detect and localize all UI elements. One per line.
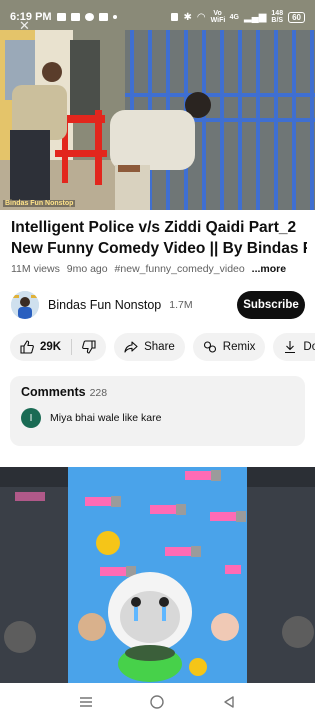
upload-age: 9mo ago (66, 263, 108, 275)
home-button[interactable] (145, 690, 169, 714)
comment-text: Miya bhai wale like kare (50, 412, 162, 424)
share-label: Share (144, 341, 175, 353)
volte-label: Vo WiFi (210, 10, 226, 24)
comments-header: Comments 228 (21, 385, 294, 399)
gallery-icon (98, 13, 108, 21)
home-circle-icon (150, 694, 165, 709)
battery-icon: 60 (288, 11, 305, 23)
video-title-line2: New Funny Comedy Video || By Bindas F... (11, 240, 307, 257)
like-dislike-chip: 29K (10, 333, 107, 361)
top-comment[interactable]: I Miya bhai wale like kare (21, 408, 294, 428)
channel-row[interactable]: Bindas Fun Nonstop 1.7M Subscribe (11, 290, 305, 320)
thumbs-up-icon (20, 340, 34, 354)
more-notifications-icon (112, 15, 117, 19)
view-count: 11M views (11, 263, 60, 275)
wifi-icon: ◠ (196, 11, 206, 23)
video-meta[interactable]: 11M views 9mo ago #new_funny_comedy_vide… (11, 263, 311, 275)
comments-count: 228 (89, 387, 108, 399)
video-title[interactable]: Intelligent Police v/s Ziddi Qaidi Part_… (11, 217, 307, 259)
thumbs-down-icon[interactable] (82, 340, 96, 354)
video-title-line1: Intelligent Police v/s Ziddi Qaidi Part_… (11, 219, 297, 236)
channel-avatar[interactable] (11, 291, 39, 319)
menu-lines-icon (79, 696, 92, 707)
minimize-icon[interactable]: ✕ (19, 18, 30, 34)
navigation-bar (0, 683, 315, 720)
data-speed: 148 B/S (271, 10, 283, 24)
youtube-watch-screen: Bindas Fun Nonstop 6:19 PM ✱ ◠ Vo WiFi 4… (0, 0, 315, 720)
next-video-thumbnail[interactable] (0, 467, 315, 683)
remix-button[interactable]: Remix (192, 333, 266, 361)
like-button[interactable]: 29K (20, 340, 61, 354)
action-bar: 29K Share Remix Downlo (10, 333, 315, 361)
download-icon (285, 341, 296, 354)
vibrate-icon (171, 13, 179, 21)
channel-name[interactable]: Bindas Fun Nonstop (48, 298, 161, 312)
like-count: 29K (40, 341, 62, 353)
remix-icon (203, 341, 216, 353)
more-link[interactable]: ...more (252, 263, 286, 275)
download-label: Downlo (303, 341, 315, 353)
next-video-image (0, 467, 315, 683)
chip-divider (71, 339, 73, 355)
remix-label: Remix (222, 341, 256, 353)
signal-icon: ▂▄▆ (243, 11, 267, 23)
bluetooth-icon: ✱ (183, 11, 192, 23)
data-speed-unit: B/S (271, 17, 284, 24)
share-icon (124, 341, 138, 353)
hashtag-link[interactable]: #new_funny_comedy_video (115, 263, 245, 275)
recents-button[interactable] (74, 690, 98, 714)
video-app-icon (56, 13, 66, 21)
comments-title: Comments (21, 385, 86, 399)
download-button[interactable]: Downlo (273, 333, 315, 361)
status-time: 6:19 PM (10, 11, 52, 23)
back-triangle-icon (224, 695, 234, 708)
network-type: 4G (229, 13, 239, 21)
data-speed-value: 148 (271, 10, 284, 17)
channel-avatar-image (11, 291, 39, 319)
whatsapp-icon (84, 13, 94, 21)
commenter-avatar: I (21, 408, 41, 428)
comments-panel[interactable]: Comments 228 I Miya bhai wale like kare (10, 376, 305, 446)
back-button[interactable] (217, 690, 241, 714)
message-icon (70, 13, 80, 21)
video-watermark: Bindas Fun Nonstop (3, 200, 76, 207)
share-button[interactable]: Share (114, 333, 185, 361)
subscribe-button[interactable]: Subscribe (237, 291, 305, 319)
status-bar: 6:19 PM ✱ ◠ Vo WiFi 4G ▂▄▆ 148 B/S 60 (0, 0, 315, 34)
subscriber-count: 1.7M (169, 299, 193, 311)
